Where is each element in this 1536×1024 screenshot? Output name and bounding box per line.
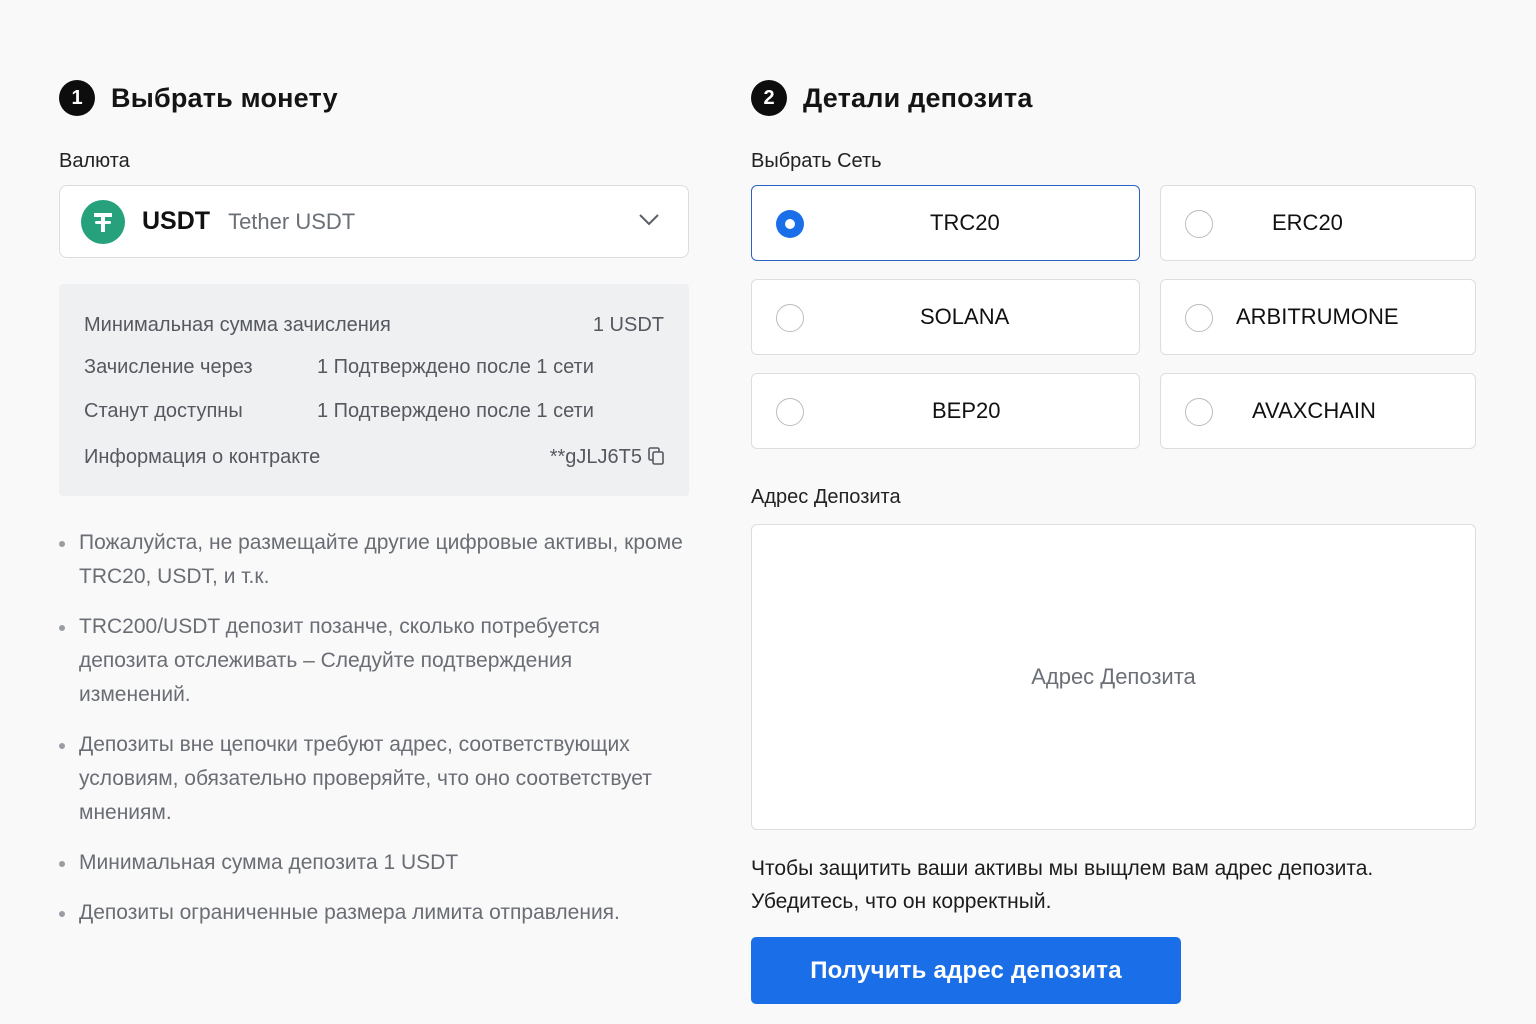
deposit-address-label: Адрес Депозита xyxy=(751,486,901,508)
network-label-text: BEP20 xyxy=(932,398,1001,423)
step-2-header: 2 Детали депозита xyxy=(751,80,1033,116)
bullet-icon xyxy=(59,541,65,547)
network-label-text: SOLANA xyxy=(920,304,1010,329)
radio-icon[interactable] xyxy=(1185,398,1213,426)
network-option-erc20[interactable]: ERC20 xyxy=(1160,185,1476,261)
info-key: Минимальная сумма зачисления xyxy=(84,314,391,336)
info-key: Информация о контракте xyxy=(84,446,321,468)
coin-info-panel: Минимальная сумма зачисления 1 USDT Зачи… xyxy=(59,284,689,496)
coin-symbol: USDT xyxy=(142,207,211,235)
bullet-icon xyxy=(59,743,65,749)
coin-full-name: Tether USDT xyxy=(228,208,356,234)
radio-selected-icon[interactable] xyxy=(776,210,804,238)
notice-line-1: Чтобы защитить ваши активы мы выщлем вам… xyxy=(751,857,1374,880)
radio-icon[interactable] xyxy=(1185,304,1213,332)
network-option-avaxchain[interactable]: AVAXCHAIN xyxy=(1160,373,1476,449)
network-option-solana[interactable]: SOLANA xyxy=(751,279,1140,355)
bullet-icon xyxy=(59,625,65,631)
radio-icon[interactable] xyxy=(776,398,804,426)
step-2-title: Детали депозита xyxy=(803,82,1033,113)
radio-icon[interactable] xyxy=(776,304,804,332)
contract-address: **gJLJ6T5 xyxy=(549,446,642,468)
network-label-text: AVAXCHAIN xyxy=(1252,398,1376,423)
step-1-title: Выбрать монету xyxy=(111,82,338,113)
coin-select-dropdown[interactable]: USDT Tether USDT xyxy=(59,185,689,258)
list-item: Депозиты вне цепочки требуют адрес, соот… xyxy=(59,728,689,830)
bullet-icon xyxy=(59,911,65,917)
list-item: Депозиты ограниченные размера лимита отп… xyxy=(59,896,689,930)
step-1-number: 1 xyxy=(59,80,95,116)
deposit-address-box[interactable]: Адрес Депозита xyxy=(751,524,1476,830)
currency-label: Валюта xyxy=(59,150,130,172)
step-2-number: 2 xyxy=(751,80,787,116)
info-value: 1 USDT xyxy=(592,314,664,336)
copy-icon[interactable] xyxy=(648,447,664,465)
network-label-text: TRC20 xyxy=(930,210,1000,235)
list-item: Минимальная сумма депозита 1 USDT xyxy=(59,846,689,880)
network-label: Выбрать Сеть xyxy=(751,150,882,172)
list-item: Пожалуйста, не размещайте другие цифровы… xyxy=(59,526,689,594)
bullet-icon xyxy=(59,861,65,867)
tether-icon xyxy=(81,199,125,244)
radio-icon[interactable] xyxy=(1185,210,1213,238)
security-notice: Чтобы защитить ваши активы мы выщлем вам… xyxy=(751,852,1476,918)
network-label-text: ARBITRUMONE xyxy=(1236,304,1399,329)
notice-line-2: Убедитесь, что он корректный. xyxy=(751,890,1052,913)
contract-value: **gJLJ6T5 xyxy=(550,446,664,469)
network-option-bep20[interactable]: BEP20 xyxy=(751,373,1140,449)
network-option-trc20[interactable]: TRC20 xyxy=(751,185,1140,261)
network-label-text: ERC20 xyxy=(1272,210,1343,235)
network-option-arbitrumone[interactable]: ARBITRUMONE xyxy=(1160,279,1476,355)
chevron-down-icon[interactable] xyxy=(638,213,660,227)
step-1-header: 1 Выбрать монету xyxy=(59,80,338,116)
deposit-notes-list: Пожалуйста, не размещайте другие цифровы… xyxy=(59,526,689,946)
info-value: 1 Подтверждено после 1 сети xyxy=(317,356,594,378)
info-key: Зачисление через xyxy=(84,356,253,378)
list-item: TRC200/USDT депозит позанче, сколько пот… xyxy=(59,610,689,712)
info-value: 1 Подтверждено после 1 сети xyxy=(317,400,594,422)
get-deposit-address-button[interactable]: Получить адрес депозита xyxy=(751,937,1181,1004)
deposit-address-placeholder: Адрес Депозита xyxy=(1031,664,1196,689)
info-key: Станут доступны xyxy=(84,400,243,422)
